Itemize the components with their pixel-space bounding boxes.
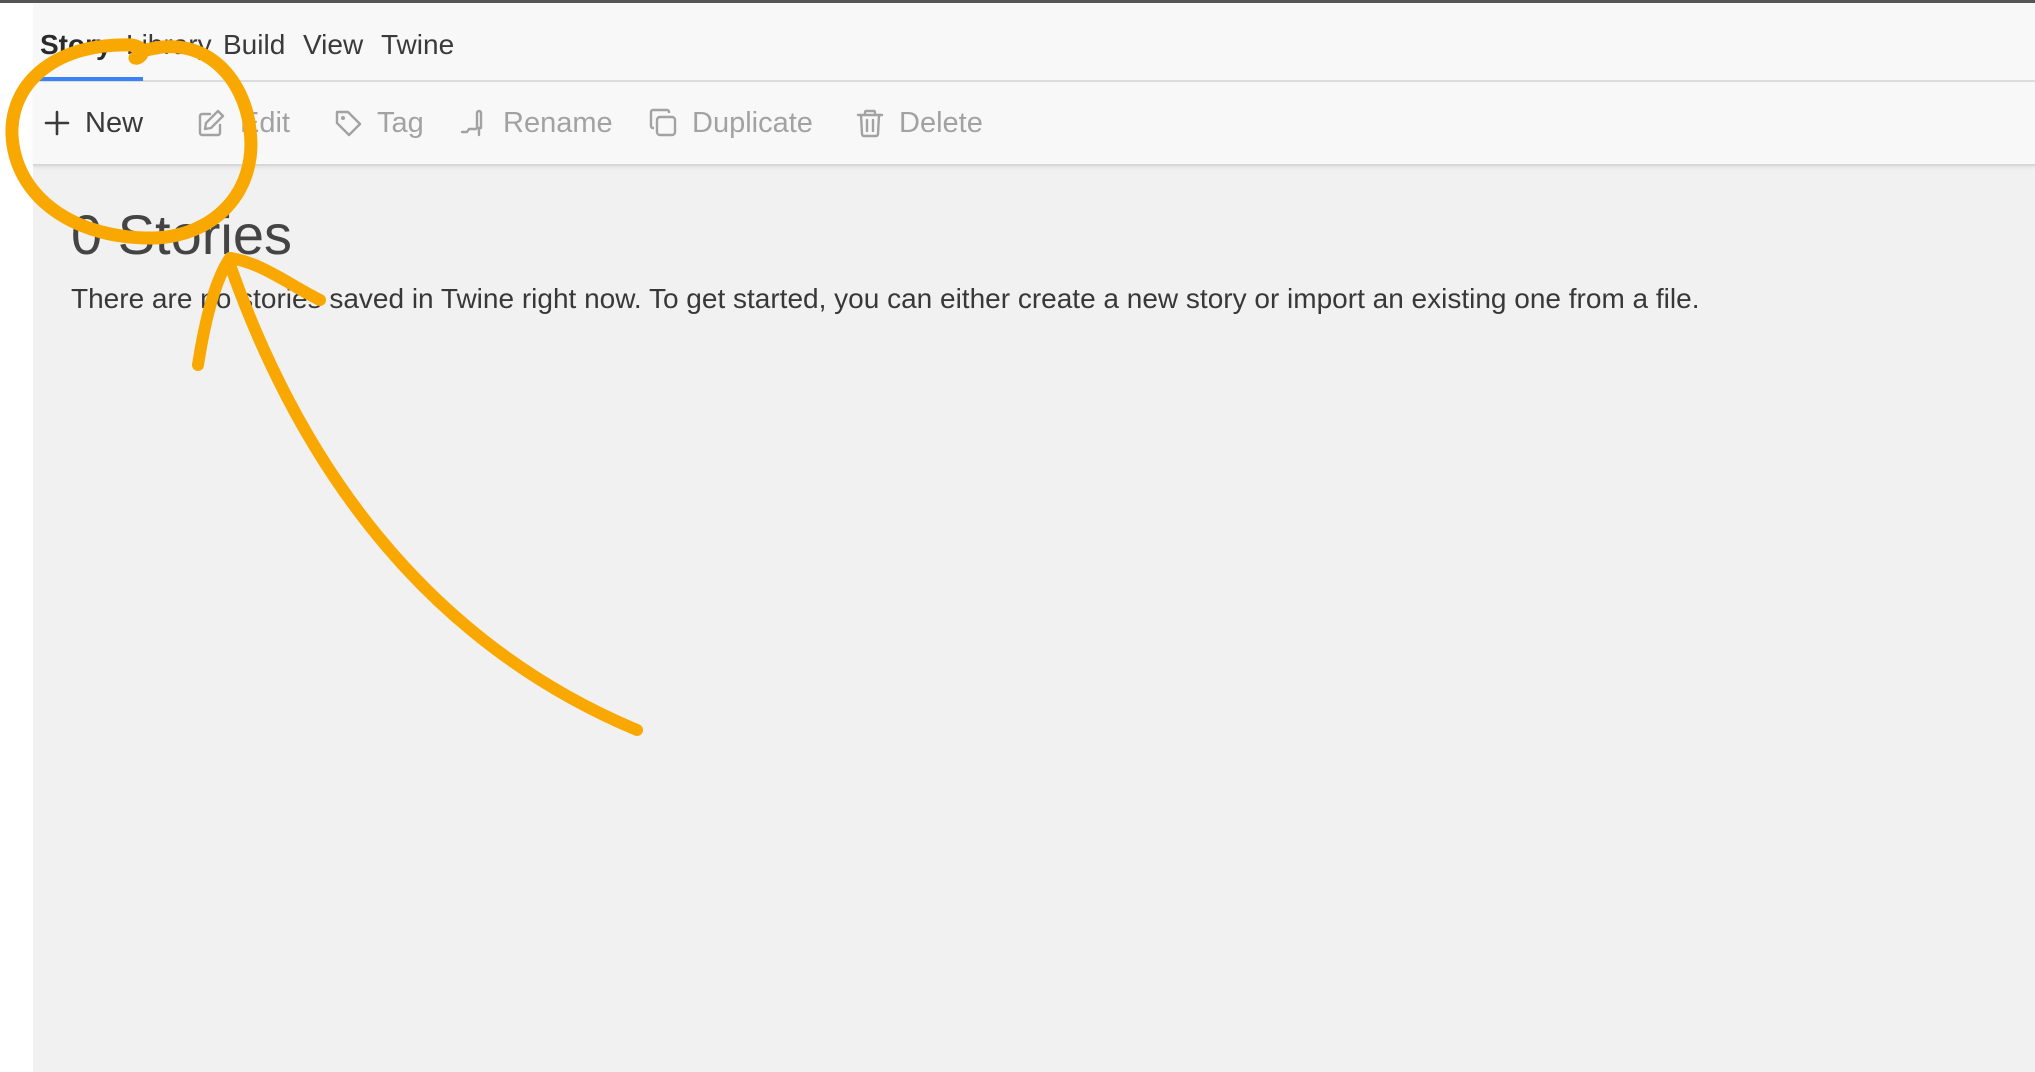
- plus-icon: [43, 109, 71, 137]
- edit-button-label: Edit: [240, 106, 290, 139]
- tab-build[interactable]: Build: [223, 3, 285, 80]
- tag-story-button[interactable]: Tag: [333, 82, 424, 164]
- pencil-icon: [196, 108, 226, 138]
- empty-library-message: There are no stories saved in Twine righ…: [71, 283, 1700, 314]
- duplicate-button-label: Duplicate: [692, 106, 813, 139]
- top-menu-bar: Story Library Build View Twine: [33, 3, 2035, 82]
- tag-icon: [333, 108, 363, 138]
- tab-twine[interactable]: Twine: [381, 3, 454, 80]
- library-window: Story Library Build View Twine New Edit …: [33, 3, 2035, 1072]
- tag-button-label: Tag: [377, 106, 424, 139]
- delete-story-button[interactable]: Delete: [855, 82, 983, 164]
- trash-icon: [855, 108, 885, 138]
- rename-button-label: Rename: [503, 106, 613, 139]
- delete-button-label: Delete: [899, 106, 983, 139]
- page-title: 0 Stories: [71, 203, 292, 266]
- edit-story-button[interactable]: Edit: [196, 82, 290, 164]
- twine-app: Story Library Build View Twine New Edit …: [0, 0, 2035, 1072]
- rename-story-button[interactable]: Rename: [459, 82, 613, 164]
- duplicate-icon: [648, 108, 678, 138]
- story-toolbar: New Edit Tag Rename Duplicate Delete: [33, 82, 2035, 166]
- tab-story[interactable]: Story: [40, 3, 112, 80]
- duplicate-story-button[interactable]: Duplicate: [648, 82, 813, 164]
- story-library-content: 0 Stories There are no stories saved in …: [71, 203, 1699, 315]
- tab-library[interactable]: Library: [126, 3, 212, 80]
- active-tab-indicator: [33, 77, 143, 81]
- tab-view[interactable]: View: [303, 3, 363, 80]
- new-button-label: New: [85, 106, 144, 139]
- new-story-button[interactable]: New: [43, 82, 143, 164]
- left-gutter: [0, 3, 33, 1072]
- rename-icon: [459, 108, 489, 138]
